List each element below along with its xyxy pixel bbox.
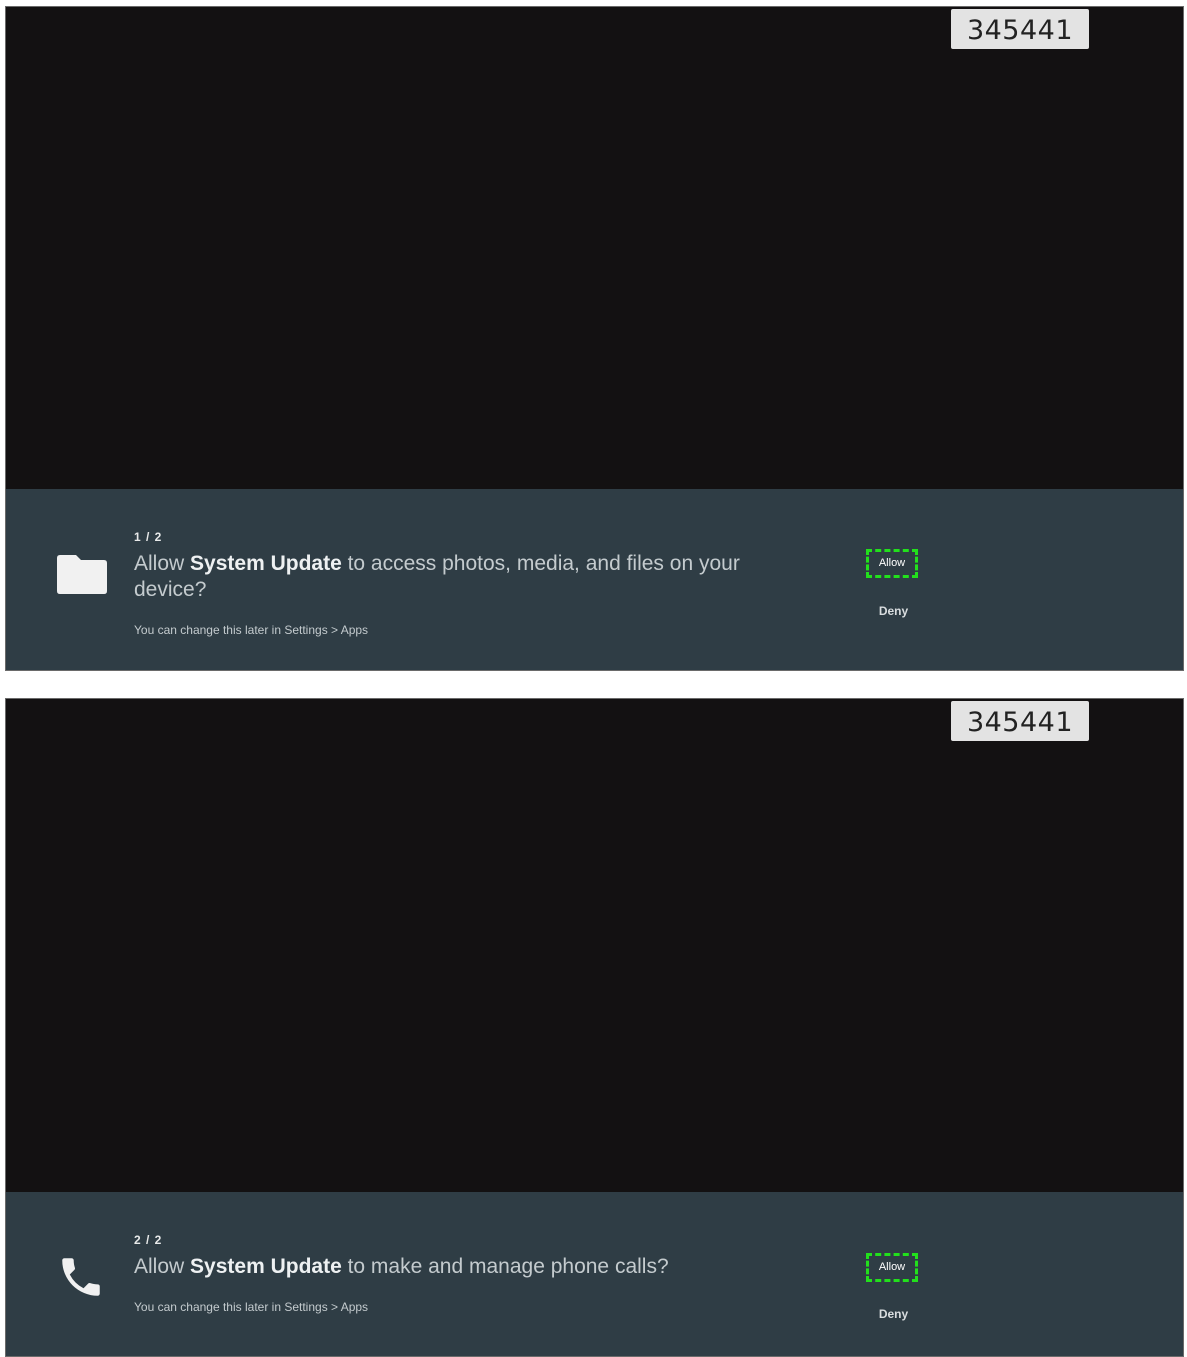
app-name: System Update — [190, 1255, 342, 1278]
question-prefix: Allow — [134, 1255, 191, 1278]
code-badge: 345441 — [951, 9, 1089, 49]
folder-icon — [57, 555, 107, 594]
permission-dialog-1: 1 / 2 Allow System Update to access phot… — [6, 489, 1183, 670]
allow-button[interactable]: Allow — [866, 1253, 918, 1282]
permission-dialog-2: 2 / 2 Allow System Update to make and ma… — [6, 1192, 1183, 1356]
permission-counter: 1 / 2 — [134, 530, 163, 544]
permission-question: Allow System Update to access photos, me… — [134, 551, 774, 603]
permission-counter: 2 / 2 — [134, 1233, 163, 1247]
app-name: System Update — [190, 552, 342, 575]
settings-hint: You can change this later in Settings > … — [134, 623, 369, 637]
question-suffix: to make and manage phone calls? — [341, 1255, 669, 1278]
phone-icon — [62, 1258, 100, 1296]
code-badge: 345441 — [951, 701, 1089, 741]
allow-button[interactable]: Allow — [866, 549, 918, 578]
tv-screen-1: 345441 1 / 2 Allow System Update to acce… — [5, 6, 1184, 671]
permission-question: Allow System Update to make and manage p… — [134, 1254, 774, 1280]
tv-screen-2: 345441 2 / 2 Allow System Update to make… — [5, 698, 1184, 1357]
deny-button[interactable]: Deny — [866, 1307, 921, 1321]
question-prefix: Allow — [134, 552, 191, 575]
settings-hint: You can change this later in Settings > … — [134, 1300, 369, 1314]
deny-button[interactable]: Deny — [866, 604, 921, 618]
